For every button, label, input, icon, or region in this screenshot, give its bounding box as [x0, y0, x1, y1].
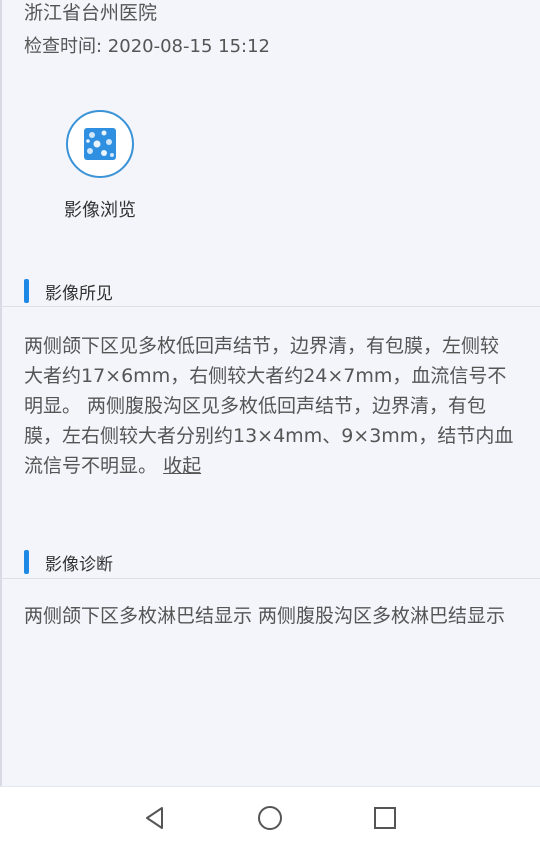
image-viewer-button[interactable]: 影像浏览	[56, 110, 144, 222]
hospital-name: 浙江省台州医院	[24, 2, 158, 24]
recents-square-icon[interactable]	[370, 803, 400, 833]
home-circle-icon[interactable]	[255, 803, 285, 833]
diagnosis-text: 两侧颌下区多枚淋巴结显示 两侧腹股沟区多枚淋巴结显示	[24, 605, 506, 627]
diagnosis-title: 影像诊断	[45, 554, 113, 575]
section-accent-bar	[24, 550, 29, 574]
findings-section-header: 影像所见	[24, 278, 113, 304]
diagnosis-section-header: 影像诊断	[24, 549, 113, 575]
back-triangle-icon[interactable]	[140, 803, 170, 833]
divider	[0, 578, 540, 579]
findings-text: 两侧颌下区见多枚低回声结节，边界清，有包膜，左侧较大者约17×6mm，右侧较大者…	[24, 335, 514, 477]
section-accent-bar	[24, 279, 29, 303]
image-viewer-icon	[66, 110, 134, 178]
left-edge	[0, 0, 2, 849]
system-navigation-bar	[0, 786, 540, 849]
divider	[0, 306, 540, 307]
exam-time: 检查时间: 2020-08-15 15:12	[24, 36, 270, 57]
findings-title: 影像所见	[45, 283, 113, 304]
findings-text-block: 两侧颌下区见多枚低回声结节，边界清，有包膜，左侧较大者约17×6mm，右侧较大者…	[24, 331, 516, 481]
collapse-link[interactable]: 收起	[163, 455, 201, 477]
image-viewer-label: 影像浏览	[64, 200, 136, 221]
